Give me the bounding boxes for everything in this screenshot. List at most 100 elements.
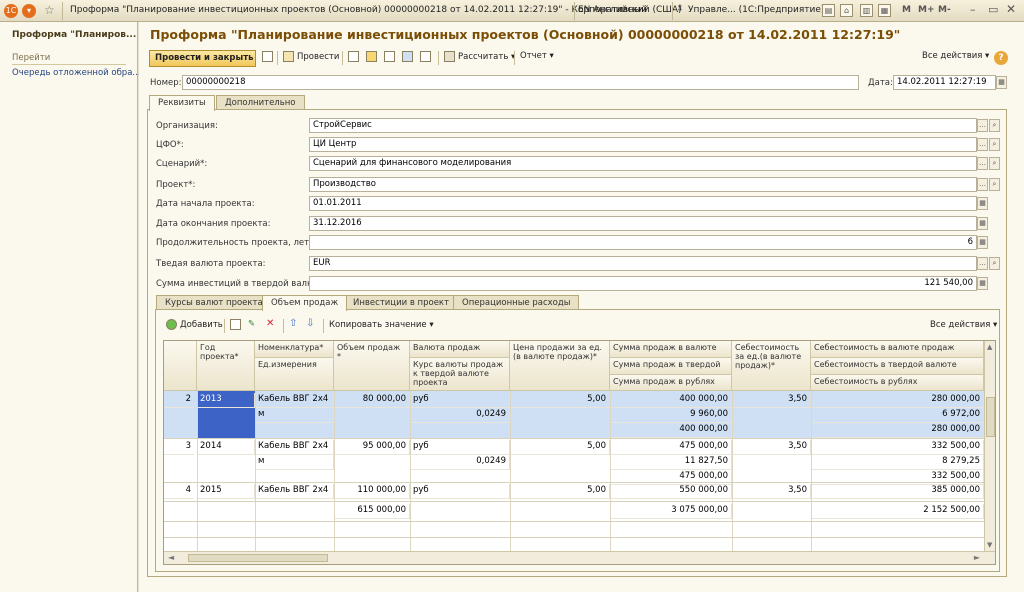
- edit-icon[interactable]: [366, 51, 380, 65]
- header-year[interactable]: Год проекта*: [197, 341, 255, 391]
- header-currency[interactable]: Валюта продаж: [410, 341, 510, 358]
- header-rate[interactable]: Курс валюты продаж к твердой валюте прое…: [410, 358, 510, 391]
- language-indicator[interactable]: EN Английский (США): [578, 5, 682, 15]
- calculator-icon[interactable]: ▦: [977, 277, 988, 290]
- cell-cost-hard[interactable]: 6 972,00: [811, 408, 984, 423]
- maximize-icon[interactable]: ▭: [988, 3, 998, 16]
- header-item[interactable]: Номенклатура*: [255, 341, 334, 358]
- calendar-icon[interactable]: ▦: [996, 76, 1007, 89]
- post-and-close-button[interactable]: Провести и закрыть: [149, 50, 256, 67]
- cell-sum-currency[interactable]: 400 000,00: [610, 393, 732, 408]
- favorite-star-icon[interactable]: ☆: [44, 3, 55, 17]
- copy-row-icon[interactable]: [230, 319, 244, 333]
- select-ellipsis-icon[interactable]: …: [977, 157, 988, 170]
- vertical-scrollbar[interactable]: ▲ ▼: [984, 341, 995, 551]
- cell-cost-rub[interactable]: 280 000,00: [811, 423, 984, 438]
- cell-year[interactable]: 2013: [197, 393, 255, 408]
- home-icon[interactable]: ⌂: [840, 4, 853, 17]
- go-to-icon[interactable]: [348, 51, 362, 65]
- field-input[interactable]: Производство: [309, 177, 977, 192]
- calendar-icon[interactable]: ▦: [977, 217, 988, 230]
- add-row-button[interactable]: Добавить: [166, 319, 223, 333]
- cell-currency[interactable]: руб: [410, 393, 510, 408]
- calendar-icon[interactable]: ▦: [977, 197, 988, 210]
- move-up-icon[interactable]: ⇧: [289, 318, 297, 332]
- cell-unit[interactable]: м: [255, 408, 334, 423]
- cell-volume[interactable]: 95 000,00: [334, 440, 410, 455]
- horizontal-scrollbar[interactable]: ◄ ►: [164, 551, 995, 564]
- header-cost-rub[interactable]: Себестоимость в рублях: [811, 375, 984, 391]
- cell-currency[interactable]: руб: [410, 440, 510, 455]
- search-icon[interactable]: ⌕: [989, 138, 1000, 151]
- subtab-operating-expenses[interactable]: Операционные расходы: [453, 295, 580, 310]
- search-icon[interactable]: ⌕: [989, 178, 1000, 191]
- cell-item[interactable]: Кабель ВВГ 2х4: [255, 440, 334, 455]
- header-price[interactable]: Цена продажи за ед.(в валюте продаж)*: [510, 341, 610, 391]
- header-unit[interactable]: Ед.измерения: [255, 358, 334, 391]
- cell-cost-unit[interactable]: 3,50: [732, 440, 811, 455]
- cell-price[interactable]: 5,00: [510, 484, 610, 499]
- select-ellipsis-icon[interactable]: …: [977, 178, 988, 191]
- select-ellipsis-icon[interactable]: …: [977, 138, 988, 151]
- report-button[interactable]: Отчет ▾: [520, 51, 554, 65]
- cell-volume[interactable]: 80 000,00: [334, 393, 410, 408]
- memory-minus-button[interactable]: M-: [938, 5, 951, 15]
- search-icon[interactable]: ⌕: [989, 157, 1000, 170]
- field-input[interactable]: СтройСервис: [309, 118, 977, 133]
- copy-value-button[interactable]: Копировать значение ▾: [329, 320, 434, 334]
- delete-row-icon[interactable]: ✕: [266, 318, 274, 332]
- search-icon[interactable]: ⌕: [989, 257, 1000, 270]
- subtab-sales-volume[interactable]: Объем продаж: [262, 295, 348, 311]
- post-button[interactable]: Провести: [283, 51, 339, 65]
- date-field[interactable]: 14.02.2011 12:27:19: [893, 75, 996, 90]
- edit-row-icon[interactable]: ✎: [248, 319, 255, 333]
- app-logo-icon[interactable]: 1С: [4, 4, 18, 18]
- header-cost-unit[interactable]: Себестоимость за ед.(в валюте продаж)*: [732, 341, 811, 391]
- calculator-icon[interactable]: ▦: [977, 236, 988, 249]
- close-icon[interactable]: ✕: [1006, 2, 1016, 16]
- tab-additional[interactable]: Дополнительно: [216, 95, 305, 110]
- structure-icon[interactable]: [402, 51, 416, 65]
- header-sum-hard[interactable]: Сумма продаж в твердой ...: [610, 358, 732, 375]
- field-input[interactable]: Сценарий для финансового моделирования: [309, 156, 977, 171]
- tab-requisites[interactable]: Реквизиты: [149, 95, 215, 111]
- field-input[interactable]: EUR: [309, 256, 977, 271]
- subtab-investments[interactable]: Инвестиции в проект: [344, 295, 459, 310]
- header-sum-currency[interactable]: Сумма продаж в валюте: [610, 341, 732, 358]
- subtab-rates[interactable]: Курсы валют проекта: [156, 295, 272, 310]
- cell-sum-hard[interactable]: 9 960,00: [610, 408, 732, 423]
- sort-icon[interactable]: [384, 51, 398, 65]
- cell-rate[interactable]: 0,0249: [410, 455, 510, 470]
- help-icon[interactable]: ?: [994, 51, 1008, 65]
- search-icon[interactable]: ⌕: [989, 119, 1000, 132]
- sales-volume-table[interactable]: Год проекта* Номенклатура* Ед.измерения Объ…: [163, 340, 996, 565]
- save-icon[interactable]: [262, 51, 276, 65]
- nav-queue-link[interactable]: Очередь отложенной обра...: [12, 68, 141, 78]
- cell-item[interactable]: Кабель ВВГ 2х4: [255, 393, 334, 408]
- field-input[interactable]: ЦИ Центр: [309, 137, 977, 152]
- select-ellipsis-icon[interactable]: …: [977, 119, 988, 132]
- app-task-label[interactable]: Управле... (1С:Предприятие): [688, 5, 824, 15]
- cell-unit[interactable]: м: [255, 455, 334, 470]
- all-actions-button[interactable]: Все действия ▾: [922, 51, 989, 65]
- cell-volume[interactable]: 110 000,00: [334, 484, 410, 499]
- cell-currency[interactable]: руб: [410, 484, 510, 499]
- select-ellipsis-icon[interactable]: …: [977, 257, 988, 270]
- header-volume[interactable]: Объем продаж *: [334, 341, 410, 391]
- cell-cost-unit[interactable]: 3,50: [732, 393, 811, 408]
- number-field[interactable]: 00000000218: [182, 75, 859, 90]
- move-down-icon[interactable]: ⇩: [306, 318, 314, 332]
- calculator-icon[interactable]: ▦: [878, 4, 891, 17]
- print-icon[interactable]: [420, 51, 434, 65]
- field-input[interactable]: 121 540,00: [309, 276, 977, 291]
- cell-cost-currency[interactable]: 332 500,00: [811, 440, 984, 455]
- field-input[interactable]: 01.01.2011: [309, 196, 977, 211]
- table-all-actions-button[interactable]: Все действия ▾: [930, 320, 997, 334]
- memory-plus-button[interactable]: M+: [918, 5, 935, 15]
- cell-cost-hard[interactable]: 8 279,25: [811, 455, 984, 470]
- cell-price[interactable]: 5,00: [510, 440, 610, 455]
- memory-button[interactable]: M: [902, 5, 911, 15]
- menu-dropdown-icon[interactable]: ▾: [22, 4, 36, 18]
- document-icon[interactable]: ▥: [860, 4, 873, 17]
- cell-cost-unit[interactable]: 3,50: [732, 484, 811, 499]
